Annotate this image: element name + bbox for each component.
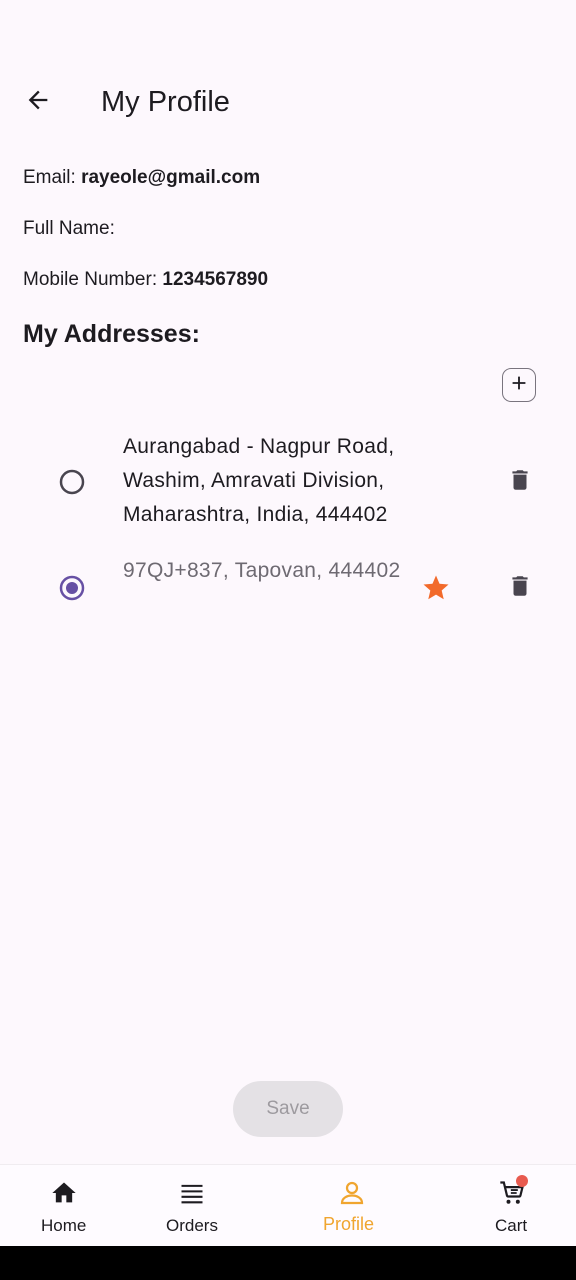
nav-label-cart: Cart — [495, 1216, 528, 1235]
cart-badge — [516, 1175, 528, 1187]
address-item[interactable]: 97QJ+837, Tapovan, 444402 — [0, 554, 576, 624]
nav-label-home: Home — [41, 1216, 87, 1235]
delete-address-button[interactable] — [506, 574, 534, 602]
nav-label-profile: Profile — [323, 1214, 375, 1234]
address-radio-unselected[interactable] — [58, 468, 86, 496]
fullname-row: Full Name: — [23, 217, 115, 241]
trash-icon — [507, 467, 533, 498]
mobile-value: 1234567890 — [162, 269, 269, 290]
mobile-label: Mobile Number: — [23, 269, 158, 290]
mobile-row: Mobile Number: 1234567890 — [23, 268, 268, 292]
list-icon — [176, 1177, 208, 1209]
person-icon — [336, 1177, 368, 1209]
nav-cart[interactable]: Cart — [472, 1165, 552, 1247]
trash-icon — [507, 573, 533, 604]
add-address-button[interactable] — [502, 368, 536, 402]
addresses-heading: My Addresses: — [23, 320, 200, 348]
nav-label-orders: Orders — [166, 1216, 218, 1235]
nav-orders[interactable]: Orders — [152, 1165, 232, 1247]
arrow-left-icon — [24, 86, 52, 119]
email-row: Email: rayeole@gmail.com — [23, 166, 260, 190]
bottom-navigation: Home Orders Profile Cart — [0, 1164, 576, 1247]
delete-address-button[interactable] — [506, 468, 534, 496]
system-navigation-bar — [0, 1246, 576, 1280]
address-item[interactable]: Aurangabad - Nagpur Road, Washim, Amrava… — [0, 430, 576, 534]
nav-profile[interactable]: Profile — [312, 1165, 392, 1247]
email-label: Email: — [23, 167, 76, 188]
save-button[interactable]: Save — [233, 1081, 343, 1137]
address-radio-selected[interactable] — [58, 574, 86, 602]
app-bar: My Profile — [0, 72, 576, 132]
home-icon — [48, 1177, 80, 1209]
address-text: Aurangabad - Nagpur Road, Washim, Amrava… — [123, 435, 395, 526]
back-button[interactable] — [14, 78, 62, 126]
page-title: My Profile — [101, 86, 230, 118]
default-star-icon — [420, 572, 452, 604]
plus-icon — [508, 372, 530, 399]
fullname-label: Full Name: — [23, 218, 115, 239]
email-value: rayeole@gmail.com — [81, 167, 261, 188]
address-text: 97QJ+837, Tapovan, 444402 — [123, 559, 401, 582]
nav-home[interactable]: Home — [24, 1165, 104, 1247]
